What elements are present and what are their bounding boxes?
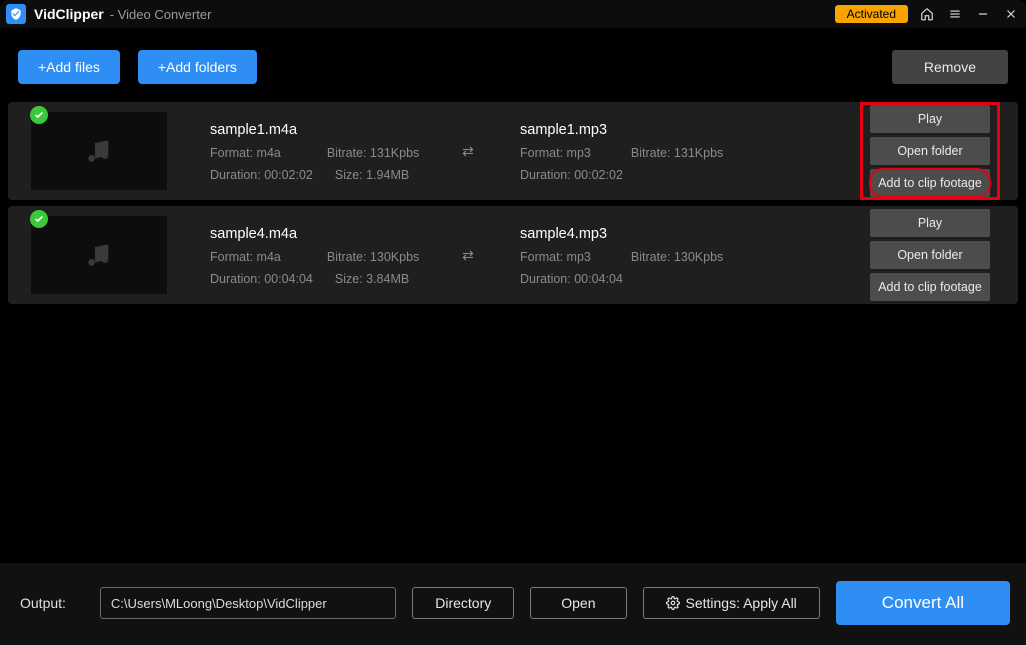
source-filename: sample4.m4a (210, 226, 438, 242)
output-label: Output: (20, 595, 66, 611)
app-subtitle: - Video Converter (110, 7, 212, 22)
file-row[interactable]: sample4.m4a Format: m4a Bitrate: 130Kpbs… (8, 206, 1018, 304)
dest-duration: Duration: 00:02:02 (520, 168, 623, 182)
dest-bitrate: Bitrate: 131Kpbs (631, 146, 723, 160)
settings-button[interactable]: Settings: Apply All (643, 587, 820, 619)
home-button[interactable] (918, 5, 936, 23)
open-button[interactable]: Open (530, 587, 626, 619)
dest-bitrate: Bitrate: 130Kpbs (631, 250, 723, 264)
row-actions: Play Open folder Add to clip footage (860, 102, 1000, 200)
source-bitrate: Bitrate: 131Kpbs (327, 146, 419, 160)
check-badge-icon (30, 210, 48, 228)
dest-filename: sample1.mp3 (520, 122, 778, 138)
dest-filename: sample4.mp3 (520, 226, 778, 242)
convert-arrow-icon: ⇄ (448, 247, 488, 264)
dest-format: Format: mp3 (520, 146, 591, 160)
app-icon (6, 4, 26, 24)
activated-badge: Activated (835, 5, 908, 23)
file-list: sample1.m4a Format: m4a Bitrate: 131Kpbs… (0, 102, 1026, 563)
settings-label: Settings: Apply All (686, 595, 797, 611)
play-button[interactable]: Play (870, 105, 990, 133)
source-bitrate: Bitrate: 130Kpbs (327, 250, 419, 264)
check-badge-icon (30, 106, 48, 124)
dest-duration: Duration: 00:04:04 (520, 272, 623, 286)
source-filename: sample1.m4a (210, 122, 438, 138)
row-actions: Play Open folder Add to clip footage (860, 206, 1000, 304)
add-clip-footage-button[interactable]: Add to clip footage (870, 169, 990, 197)
titlebar: VidClipper - Video Converter Activated (0, 0, 1026, 28)
source-format: Format: m4a (210, 250, 281, 264)
thumbnail (31, 216, 167, 294)
source-duration: Duration: 00:04:04 (210, 272, 313, 286)
open-folder-button[interactable]: Open folder (870, 137, 990, 165)
remove-button[interactable]: Remove (892, 50, 1008, 84)
thumbnail (31, 112, 167, 190)
convert-arrow-icon: ⇄ (448, 143, 488, 160)
minimize-button[interactable] (974, 5, 992, 23)
convert-all-button[interactable]: Convert All (836, 581, 1010, 625)
open-folder-button[interactable]: Open folder (870, 241, 990, 269)
directory-button[interactable]: Directory (412, 587, 514, 619)
app-name: VidClipper (34, 6, 104, 22)
add-files-button[interactable]: +Add files (18, 50, 120, 84)
add-folders-button[interactable]: +Add folders (138, 50, 257, 84)
add-clip-footage-button[interactable]: Add to clip footage (870, 273, 990, 301)
source-format: Format: m4a (210, 146, 281, 160)
close-button[interactable] (1002, 5, 1020, 23)
output-path-input[interactable] (100, 587, 396, 619)
dest-format: Format: mp3 (520, 250, 591, 264)
source-size: Size: 3.84MB (335, 272, 409, 286)
toolbar: +Add files +Add folders Remove (0, 28, 1026, 102)
source-size: Size: 1.94MB (335, 168, 409, 182)
file-row[interactable]: sample1.m4a Format: m4a Bitrate: 131Kpbs… (8, 102, 1018, 200)
menu-button[interactable] (946, 5, 964, 23)
bottom-bar: Output: Directory Open Settings: Apply A… (0, 563, 1026, 645)
play-button[interactable]: Play (870, 209, 990, 237)
source-duration: Duration: 00:02:02 (210, 168, 313, 182)
gear-icon (666, 596, 680, 610)
